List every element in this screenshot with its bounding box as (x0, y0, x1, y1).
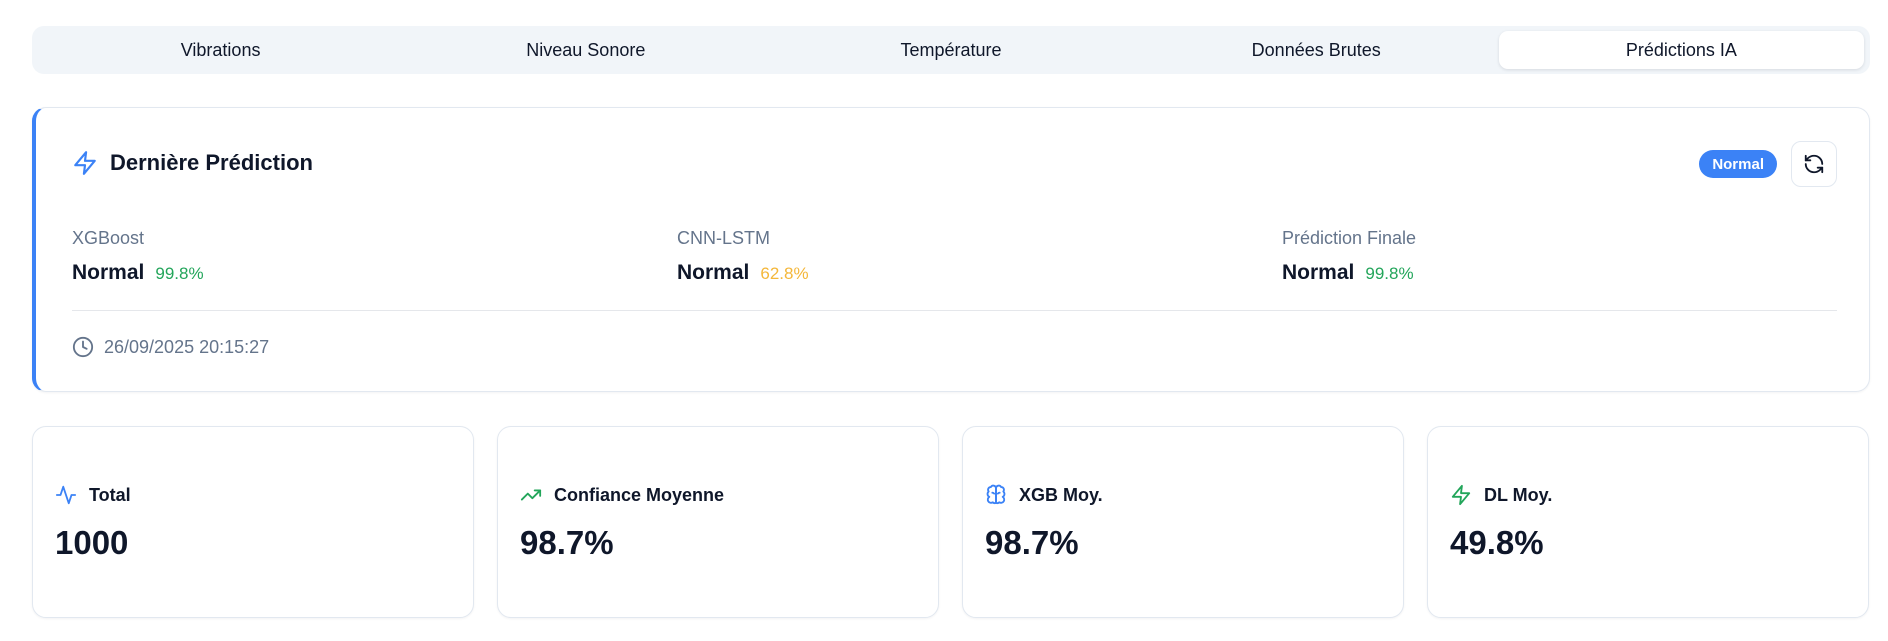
last-prediction-header: Dernière Prédiction (72, 150, 313, 176)
stat-card-confiance-moyenne: Confiance Moyenne 98.7% (497, 426, 939, 618)
stat-value: 98.7% (520, 524, 614, 561)
divider (72, 310, 1837, 311)
status-badge: Normal (1699, 150, 1777, 178)
clock-icon (72, 336, 94, 358)
model-prediction-label: Normal (72, 261, 145, 284)
tab-temperature[interactable]: Température (768, 31, 1133, 69)
model-cnn-lstm: CNN-LSTM Normal 62.8% (677, 228, 809, 285)
tab-predictions-ia[interactable]: Prédictions IA (1498, 31, 1865, 69)
model-prediction-label: Normal (677, 261, 750, 284)
tab-niveau-sonore[interactable]: Niveau Sonore (403, 31, 768, 69)
brain-icon (986, 484, 1006, 505)
activity-icon (55, 485, 77, 505)
stat-label: DL Moy. (1484, 484, 1553, 505)
stat-label: Total (89, 484, 131, 505)
tab-donnees-brutes[interactable]: Données Brutes (1134, 31, 1499, 69)
last-prediction-card: Dernière Prédiction Normal XGBoost Norma… (32, 107, 1870, 392)
model-final-prediction: Prédiction Finale Normal 99.8% (1282, 228, 1416, 285)
model-confidence: 99.8% (155, 264, 204, 283)
tab-bar: Vibrations Niveau Sonore Température Don… (32, 26, 1870, 74)
refresh-button[interactable] (1791, 141, 1837, 187)
stat-value: 98.7% (985, 524, 1079, 561)
zap-icon (74, 151, 96, 175)
model-name: XGBoost (72, 228, 145, 248)
timestamp-text: 26/09/2025 20:15:27 (104, 336, 270, 357)
stat-label: XGB Moy. (1019, 484, 1103, 505)
stat-value: 49.8% (1450, 524, 1544, 561)
stat-label: Confiance Moyenne (554, 484, 725, 505)
zap-icon (1451, 484, 1471, 506)
model-confidence: 62.8% (760, 264, 809, 283)
tab-vibrations[interactable]: Vibrations (38, 31, 403, 69)
last-prediction-title: Dernière Prédiction (110, 150, 313, 175)
stat-card-total: Total 1000 (32, 426, 474, 618)
model-confidence: 99.8% (1365, 264, 1414, 283)
model-prediction-label: Normal (1282, 261, 1355, 284)
model-name: Prédiction Finale (1282, 228, 1417, 248)
refresh-icon (1804, 154, 1824, 174)
prediction-timestamp: 26/09/2025 20:15:27 (72, 336, 269, 358)
model-xgboost: XGBoost Normal 99.8% (72, 228, 204, 285)
trending-up-icon (520, 489, 542, 501)
stat-value: 1000 (55, 524, 129, 561)
model-name: CNN-LSTM (677, 228, 770, 248)
stat-card-dl-moy: DL Moy. 49.8% (1427, 426, 1869, 618)
stat-card-xgb-moy: XGB Moy. 98.7% (962, 426, 1404, 618)
